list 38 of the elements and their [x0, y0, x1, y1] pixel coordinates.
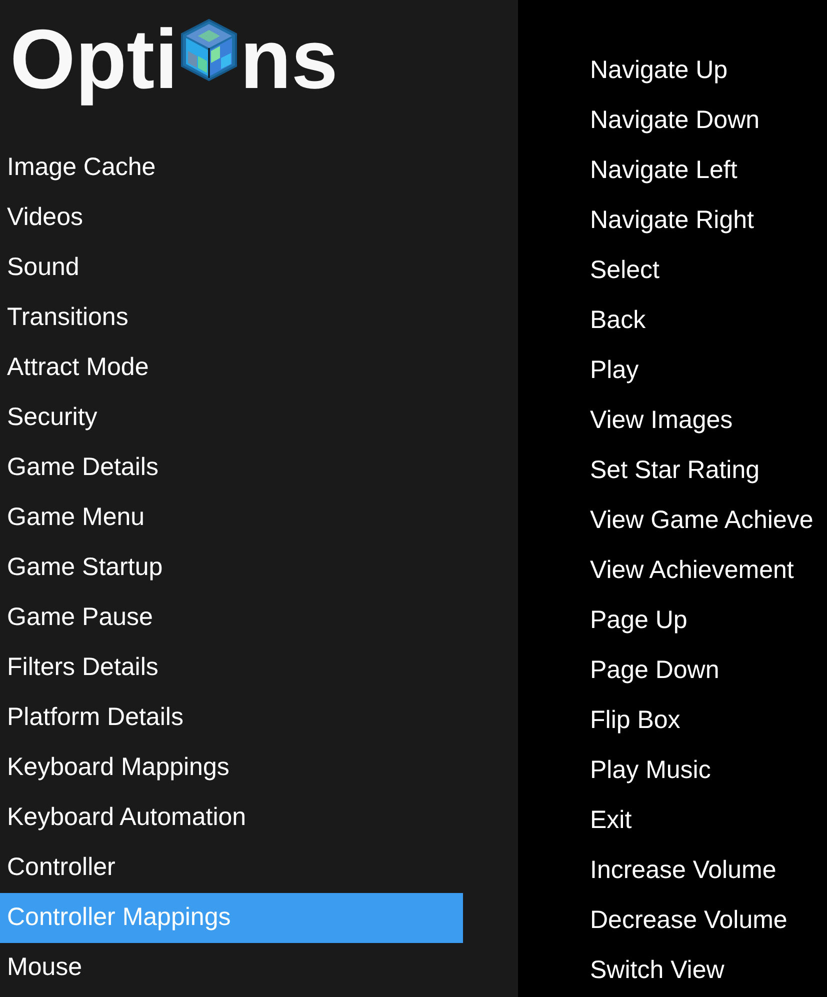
category-item[interactable]: Game Pause	[0, 593, 463, 643]
category-item[interactable]: Game Startup	[0, 543, 463, 593]
category-item[interactable]: Keyboard Automation	[0, 793, 463, 843]
options-title: ns	[240, 11, 338, 108]
mapping-item[interactable]: Navigate Right	[590, 196, 814, 246]
mapping-item[interactable]: Page Down	[590, 646, 814, 696]
mapping-item[interactable]: Select	[590, 246, 814, 296]
mapping-item[interactable]: Navigate Up	[590, 46, 814, 96]
category-item[interactable]: Videos	[0, 193, 463, 243]
mapping-item[interactable]: Flip Box	[590, 696, 814, 746]
mapping-item[interactable]: Play Music	[590, 746, 814, 796]
category-item[interactable]: Controller	[0, 843, 463, 893]
mapping-item[interactable]: Back	[590, 296, 814, 346]
mapping-item[interactable]: Play	[590, 346, 814, 396]
mapping-item[interactable]: Increase Volume	[590, 846, 814, 896]
mapping-item[interactable]: Switch View	[590, 946, 814, 996]
category-item[interactable]: Image Cache	[0, 143, 463, 193]
category-item[interactable]: Security	[0, 393, 463, 443]
mapping-item[interactable]: View Images	[590, 396, 814, 446]
category-item[interactable]: Sound	[0, 243, 463, 293]
category-item[interactable]: Filters Details	[0, 643, 463, 693]
cube-logo-icon	[180, 18, 238, 82]
mapping-item[interactable]: Exit	[590, 796, 814, 846]
category-item[interactable]: Game Details	[0, 443, 463, 493]
category-item[interactable]: Attract Mode	[0, 343, 463, 393]
category-item[interactable]: Transitions	[0, 293, 463, 343]
mapping-item[interactable]: View Achievement	[590, 546, 814, 596]
category-item[interactable]: Game Menu	[0, 493, 463, 543]
mapping-item[interactable]: Page Up	[590, 596, 814, 646]
mapping-item[interactable]: Set Star Rating	[590, 446, 814, 496]
mapping-item[interactable]: Decrease Volume	[590, 896, 814, 946]
mapping-item[interactable]: Navigate Left	[590, 146, 814, 196]
mapping-item[interactable]: Navigate Down	[590, 96, 814, 146]
category-item[interactable]: Mouse	[0, 943, 463, 993]
options-title: Opti	[10, 11, 178, 108]
category-item[interactable]: Keyboard Mappings	[0, 743, 463, 793]
category-item[interactable]: Platform Details	[0, 693, 463, 743]
mapping-item[interactable]: View Game Achieve	[590, 496, 814, 546]
